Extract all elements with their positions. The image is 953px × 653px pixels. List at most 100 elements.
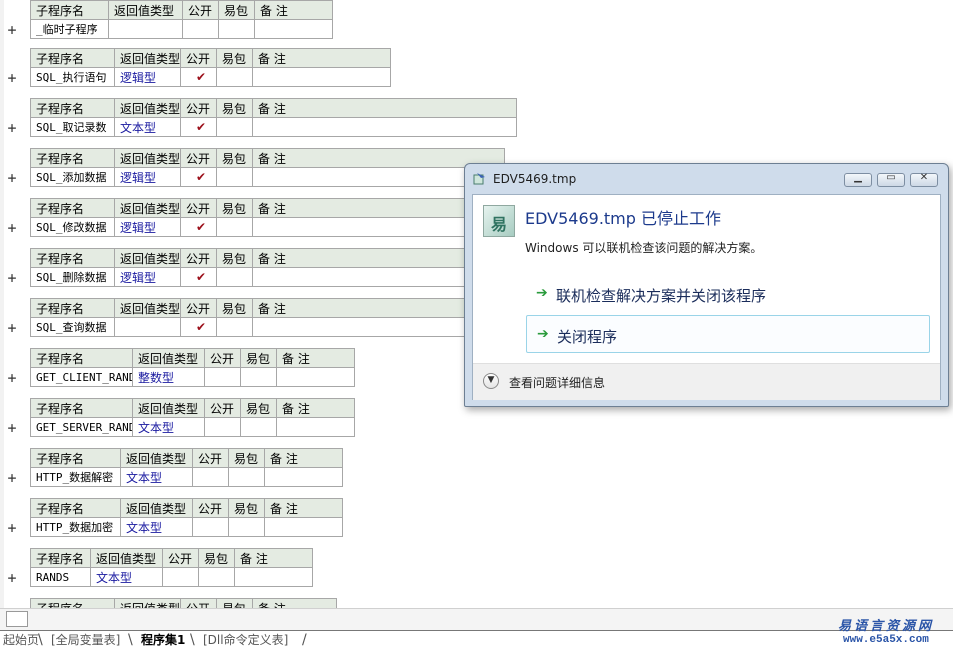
easy-package-cell[interactable] — [216, 117, 253, 137]
subprogram-name-cell[interactable]: GET_SERVER_RAND — [30, 417, 133, 437]
details-label[interactable]: 查看问题详细信息 — [509, 374, 605, 391]
minimize-button[interactable]: ▁ — [844, 172, 872, 187]
subprogram-name-cell[interactable]: _临时子程序 — [30, 19, 109, 39]
return-type-cell[interactable]: 文本型 — [132, 417, 205, 437]
expand-plus-icon[interactable]: + — [6, 271, 18, 286]
public-cell[interactable]: ✔ — [180, 317, 217, 337]
easy-package-cell[interactable] — [216, 317, 253, 337]
app-small-icon — [473, 173, 485, 185]
easy-package-cell[interactable] — [228, 467, 265, 487]
note-cell[interactable] — [254, 19, 333, 39]
tab-global-variables[interactable]: [全局变量表] — [48, 631, 123, 651]
expand-plus-icon[interactable]: + — [6, 171, 18, 186]
expand-plus-icon[interactable]: + — [6, 221, 18, 236]
header-return-type: 返回值类型 — [114, 98, 181, 118]
return-type-cell[interactable] — [108, 19, 183, 39]
subprogram-name-cell[interactable]: SQL_添加数据 — [30, 167, 115, 187]
public-cell[interactable]: ✔ — [180, 267, 217, 287]
subprogram-table: 子程序名 返回值类型 公开 易包备 注 HTTP_数据加密 文本型 — [30, 498, 343, 537]
public-cell[interactable]: ✔ — [180, 117, 217, 137]
expand-plus-icon[interactable]: + — [6, 121, 18, 136]
public-cell[interactable]: ✔ — [180, 217, 217, 237]
public-cell[interactable]: ✔ — [180, 67, 217, 87]
return-type-cell[interactable]: 文本型 — [120, 467, 193, 487]
note-cell[interactable] — [252, 67, 391, 87]
easy-package-cell[interactable] — [240, 417, 277, 437]
subprogram-name-cell[interactable]: SQL_删除数据 — [30, 267, 115, 287]
subprogram-name-cell[interactable]: SQL_修改数据 — [30, 217, 115, 237]
public-cell[interactable]: ✔ — [180, 167, 217, 187]
return-type-cell[interactable]: 逻辑型 — [114, 67, 181, 87]
return-type-cell[interactable]: 文本型 — [90, 567, 163, 587]
close-program-option[interactable]: ➔ 关闭程序 — [526, 315, 930, 353]
public-cell[interactable] — [204, 367, 241, 387]
expand-plus-icon[interactable]: + — [6, 471, 18, 486]
easy-package-cell[interactable] — [216, 167, 253, 187]
note-cell[interactable] — [234, 567, 313, 587]
public-cell[interactable] — [182, 19, 219, 39]
public-cell[interactable] — [192, 517, 229, 537]
note-cell[interactable] — [276, 417, 355, 437]
return-type-cell[interactable] — [114, 317, 181, 337]
header-public: 公开 — [180, 598, 217, 608]
note-cell[interactable] — [264, 517, 343, 537]
dialog-titlebar[interactable]: EDV5469.tmp ▁ ▭ ✕ — [465, 164, 948, 194]
subprogram-name-cell[interactable]: SQL_取记录数 — [30, 117, 115, 137]
expand-plus-icon[interactable]: + — [6, 521, 18, 536]
maximize-button[interactable]: ▭ — [877, 172, 905, 187]
subprogram-name-cell[interactable]: SQL_执行语句 — [30, 67, 115, 87]
easy-package-cell[interactable] — [198, 567, 235, 587]
subprogram-table: 子程序名 返回值类型 公开 易包备 注 _临时子程序 — [30, 0, 333, 39]
easy-package-cell[interactable] — [240, 367, 277, 387]
header-easy-package: 易包 — [228, 498, 265, 518]
header-return-type: 返回值类型 — [114, 298, 181, 318]
expand-plus-icon[interactable]: + — [6, 421, 18, 436]
return-type-cell[interactable]: 逻辑型 — [114, 217, 181, 237]
easy-package-cell[interactable] — [228, 517, 265, 537]
check-mark-icon: ✔ — [195, 320, 207, 334]
subprogram-name-cell[interactable]: HTTP_数据解密 — [30, 467, 121, 487]
tab-dll-commands[interactable]: [Dll命令定义表] — [200, 631, 291, 651]
return-type-cell[interactable]: 文本型 — [120, 517, 193, 537]
expand-plus-icon[interactable]: + — [6, 571, 18, 586]
header-return-type: 返回值类型 — [114, 198, 181, 218]
easy-package-cell[interactable] — [216, 67, 253, 87]
public-cell[interactable] — [192, 467, 229, 487]
subprogram-name-cell[interactable]: GET_CLIENT_RAND — [30, 367, 133, 387]
header-return-type: 返回值类型 — [108, 0, 183, 20]
close-button[interactable]: ✕ — [910, 172, 938, 187]
expand-plus-icon[interactable]: + — [6, 371, 18, 386]
tab-bar: 起始页 \ [全局变量表] \ 程序集1 \ [Dll命令定义表] / — [0, 630, 953, 653]
easy-package-cell[interactable] — [216, 217, 253, 237]
details-expand-button[interactable]: ▼ — [483, 373, 499, 389]
easy-package-cell[interactable] — [218, 19, 255, 39]
tab-program-set-1[interactable]: 程序集1 — [138, 631, 188, 651]
return-type-cell[interactable]: 整数型 — [132, 367, 205, 387]
note-cell[interactable] — [276, 367, 355, 387]
note-cell[interactable] — [264, 467, 343, 487]
return-type-cell[interactable]: 逻辑型 — [114, 167, 181, 187]
return-type-cell[interactable]: 逻辑型 — [114, 267, 181, 287]
expand-plus-icon[interactable]: + — [6, 23, 18, 38]
subprogram-table: 子程序名 返回值类型 公开 易包备 注 GET_CLIENT_RAND 整数型 — [30, 348, 355, 387]
return-type-cell[interactable]: 文本型 — [114, 117, 181, 137]
public-cell[interactable] — [204, 417, 241, 437]
subprogram-name-cell[interactable]: SQL_查询数据 — [30, 317, 115, 337]
check-mark-icon: ✔ — [195, 220, 207, 234]
header-return-type: 返回值类型 — [114, 248, 181, 268]
header-return-type: 返回值类型 — [132, 398, 205, 418]
easy-package-cell[interactable] — [216, 267, 253, 287]
subprogram-table: 子程序名返回值类型公开易包备 注 — [30, 598, 337, 608]
horizontal-scrollbar-thumb[interactable] — [6, 611, 28, 627]
expand-plus-icon[interactable]: + — [6, 71, 18, 86]
expand-plus-icon[interactable]: + — [6, 321, 18, 336]
check-online-option[interactable]: ➔ 联机检查解决方案并关闭该程序 — [526, 275, 930, 313]
subprogram-name-cell[interactable]: RANDS — [30, 567, 91, 587]
header-note: 备 注 — [252, 98, 517, 118]
public-cell[interactable] — [162, 567, 199, 587]
header-public: 公开 — [162, 548, 199, 568]
tab-start-page[interactable]: 起始页 — [0, 631, 42, 651]
subprogram-name-cell[interactable]: HTTP_数据加密 — [30, 517, 121, 537]
note-cell[interactable] — [252, 117, 517, 137]
subprogram-table: 子程序名 返回值类型 公开 易包备 注 SQL_查询数据 ✔ — [30, 298, 505, 337]
